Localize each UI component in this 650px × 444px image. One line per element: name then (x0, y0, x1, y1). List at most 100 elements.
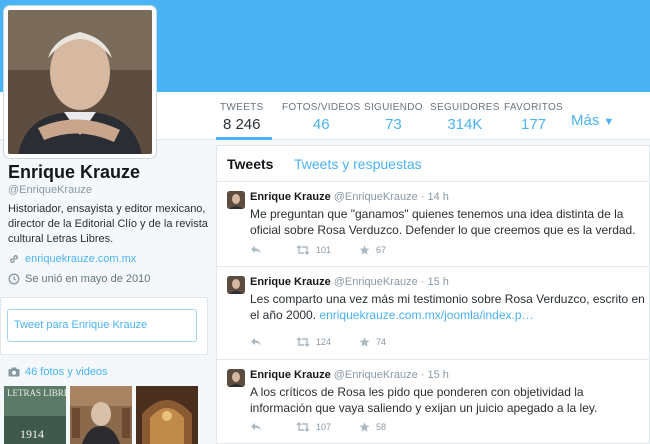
star-icon (359, 337, 370, 347)
stat-following[interactable]: SIGUIENDO 73 (364, 102, 423, 133)
tweet-item[interactable]: Enrique Krauze @EnriqueKrauze · 14 h Me … (217, 183, 649, 267)
stat-value: 73 (385, 116, 402, 133)
tweet-avatar-image (227, 369, 245, 387)
reply-button[interactable] (250, 337, 268, 347)
tweet-separator: · (420, 276, 425, 288)
thumbnail-image (70, 386, 132, 444)
media-thumbnail[interactable]: LETRAS LIBRES 1914 (4, 386, 66, 444)
reply-button[interactable] (250, 245, 268, 255)
photos-videos-link[interactable]: 46 fotos y videos (8, 366, 108, 378)
link-icon (10, 255, 18, 263)
tweet-author-handle[interactable]: @EnriqueKrauze (334, 191, 418, 203)
stat-value: 177 (520, 116, 547, 133)
tweet-author-handle[interactable]: @EnriqueKrauze (334, 369, 418, 381)
favorite-button[interactable]: 58 (359, 422, 386, 432)
stat-followers[interactable]: SEGUIDORES 314K (430, 102, 500, 133)
tweet-header: Enrique Krauze @EnriqueKrauze · 14 h (250, 191, 449, 203)
tweet-header: Enrique Krauze @EnriqueKrauze · 15 h (250, 276, 449, 288)
stat-favorites[interactable]: FAVORITOS 177 (504, 102, 563, 133)
tweet-avatar-image (227, 191, 245, 209)
tweet-text: Me preguntan que "ganamos" quienes tenem… (250, 206, 645, 238)
tweet-link[interactable]: enriquekrauze.com.mx/joomla/index.p… (319, 308, 533, 322)
stat-label: SEGUIDORES (430, 102, 500, 113)
stat-label: FOTOS/VIDEOS (282, 102, 361, 113)
tweet-text: A los críticos de Rosa les pido que pond… (250, 384, 645, 416)
tweet-avatar[interactable] (227, 191, 245, 209)
retweet-icon (296, 245, 310, 255)
favorite-button[interactable]: 67 (359, 245, 386, 255)
tweet-text: Les comparto una vez más mi testimonio s… (250, 291, 645, 323)
stat-value: 46 (312, 116, 330, 133)
more-menu[interactable]: Más ▼ (571, 112, 614, 129)
tweet-actions: 101 67 (250, 245, 414, 255)
retweet-button[interactable]: 107 (296, 422, 331, 432)
star-icon (359, 422, 370, 432)
stat-value: 8 246 (222, 116, 261, 133)
reply-icon (251, 246, 261, 254)
tab-tweets[interactable]: Tweets (227, 156, 273, 172)
stat-label: TWEETS (220, 102, 264, 113)
tweet-header: Enrique Krauze @EnriqueKrauze · 15 h (250, 369, 449, 381)
stat-photos-videos[interactable]: FOTOS/VIDEOS 46 (282, 102, 360, 133)
retweet-count: 101 (316, 245, 332, 255)
profile-bio: Historiador, ensayista y editor mexicano… (8, 203, 208, 245)
retweet-button[interactable]: 124 (296, 337, 331, 347)
profile-joined-row: Se unió en mayo de 2010 (8, 273, 150, 285)
tab-tweets-replies[interactable]: Tweets y respuestas (294, 156, 422, 172)
tweet-actions: 124 74 (250, 337, 414, 347)
tweet-timestamp[interactable]: 15 h (427, 276, 448, 288)
timeline: Tweets Tweets y respuestas Enrique Krauz… (216, 145, 650, 444)
tweet-timestamp[interactable]: 15 h (427, 369, 448, 381)
profile-website-row[interactable]: enriquekrauze.com.mx (8, 253, 136, 265)
retweet-count: 107 (316, 422, 332, 432)
tweet-author-name[interactable]: Enrique Krauze (250, 276, 331, 288)
tweet-author-name[interactable]: Enrique Krauze (250, 191, 331, 203)
favorite-count: 58 (376, 422, 387, 432)
tweet-timestamp[interactable]: 14 h (427, 191, 448, 203)
favorite-count: 67 (376, 245, 387, 255)
reply-button[interactable] (250, 422, 268, 432)
clock-icon (8, 273, 20, 285)
tweet-avatar[interactable] (227, 276, 245, 294)
tweet-author-handle[interactable]: @EnriqueKrauze (334, 276, 418, 288)
tweet-body: Me preguntan que "ganamos" quienes tenem… (250, 207, 636, 237)
chevron-down-icon: ▼ (603, 116, 615, 128)
stat-label: FAVORITOS (504, 102, 564, 113)
timeline-tabs: Tweets Tweets y respuestas (217, 146, 649, 182)
camera-icon (8, 367, 20, 377)
stat-value: 314K (447, 116, 483, 133)
retweet-icon (296, 422, 310, 432)
profile-avatar[interactable] (4, 6, 156, 158)
reply-icon (251, 423, 261, 431)
stat-tweets[interactable]: TWEETS 8 246 (220, 102, 263, 133)
reply-icon (251, 338, 261, 346)
retweet-icon (296, 337, 310, 347)
active-stat-underline (216, 137, 272, 140)
favorite-button[interactable]: 74 (359, 337, 386, 347)
stat-label: SIGUIENDO (364, 102, 423, 113)
photos-videos-label: 46 fotos y videos (25, 366, 108, 378)
tweet-avatar[interactable] (227, 369, 245, 387)
tweet-item[interactable]: Enrique Krauze @EnriqueKrauze · 15 h Les… (217, 268, 649, 360)
tweet-actions: 107 58 (250, 422, 414, 432)
avatar-image (8, 10, 152, 154)
tweet-to-input[interactable]: Tweet para Enrique Krauze (7, 309, 197, 342)
tweet-body: A los críticos de Rosa les pido que pond… (250, 385, 598, 415)
star-icon (359, 245, 370, 255)
retweet-button[interactable]: 101 (296, 245, 331, 255)
profile-website[interactable]: enriquekrauze.com.mx (25, 253, 136, 265)
tweet-item[interactable]: Enrique Krauze @EnriqueKrauze · 15 h A l… (217, 361, 649, 444)
retweet-count: 124 (316, 337, 332, 347)
profile-joined: Se unió en mayo de 2010 (25, 273, 151, 285)
profile-handle[interactable]: @EnriqueKrauze (8, 184, 92, 196)
thumbnail-text-letras: LETRAS LIBRES (7, 388, 66, 398)
thumbnail-text-year: 1914 (20, 427, 44, 441)
media-thumbnail[interactable] (70, 386, 132, 444)
tweet-avatar-image (227, 276, 245, 294)
profile-name[interactable]: Enrique Krauze (8, 162, 140, 183)
tweet-separator: · (420, 369, 425, 381)
tweet-author-name[interactable]: Enrique Krauze (250, 369, 331, 381)
tweet-separator: · (420, 191, 425, 203)
media-thumbnail[interactable] (136, 386, 198, 444)
thumbnail-image: LETRAS LIBRES 1914 (4, 386, 66, 444)
